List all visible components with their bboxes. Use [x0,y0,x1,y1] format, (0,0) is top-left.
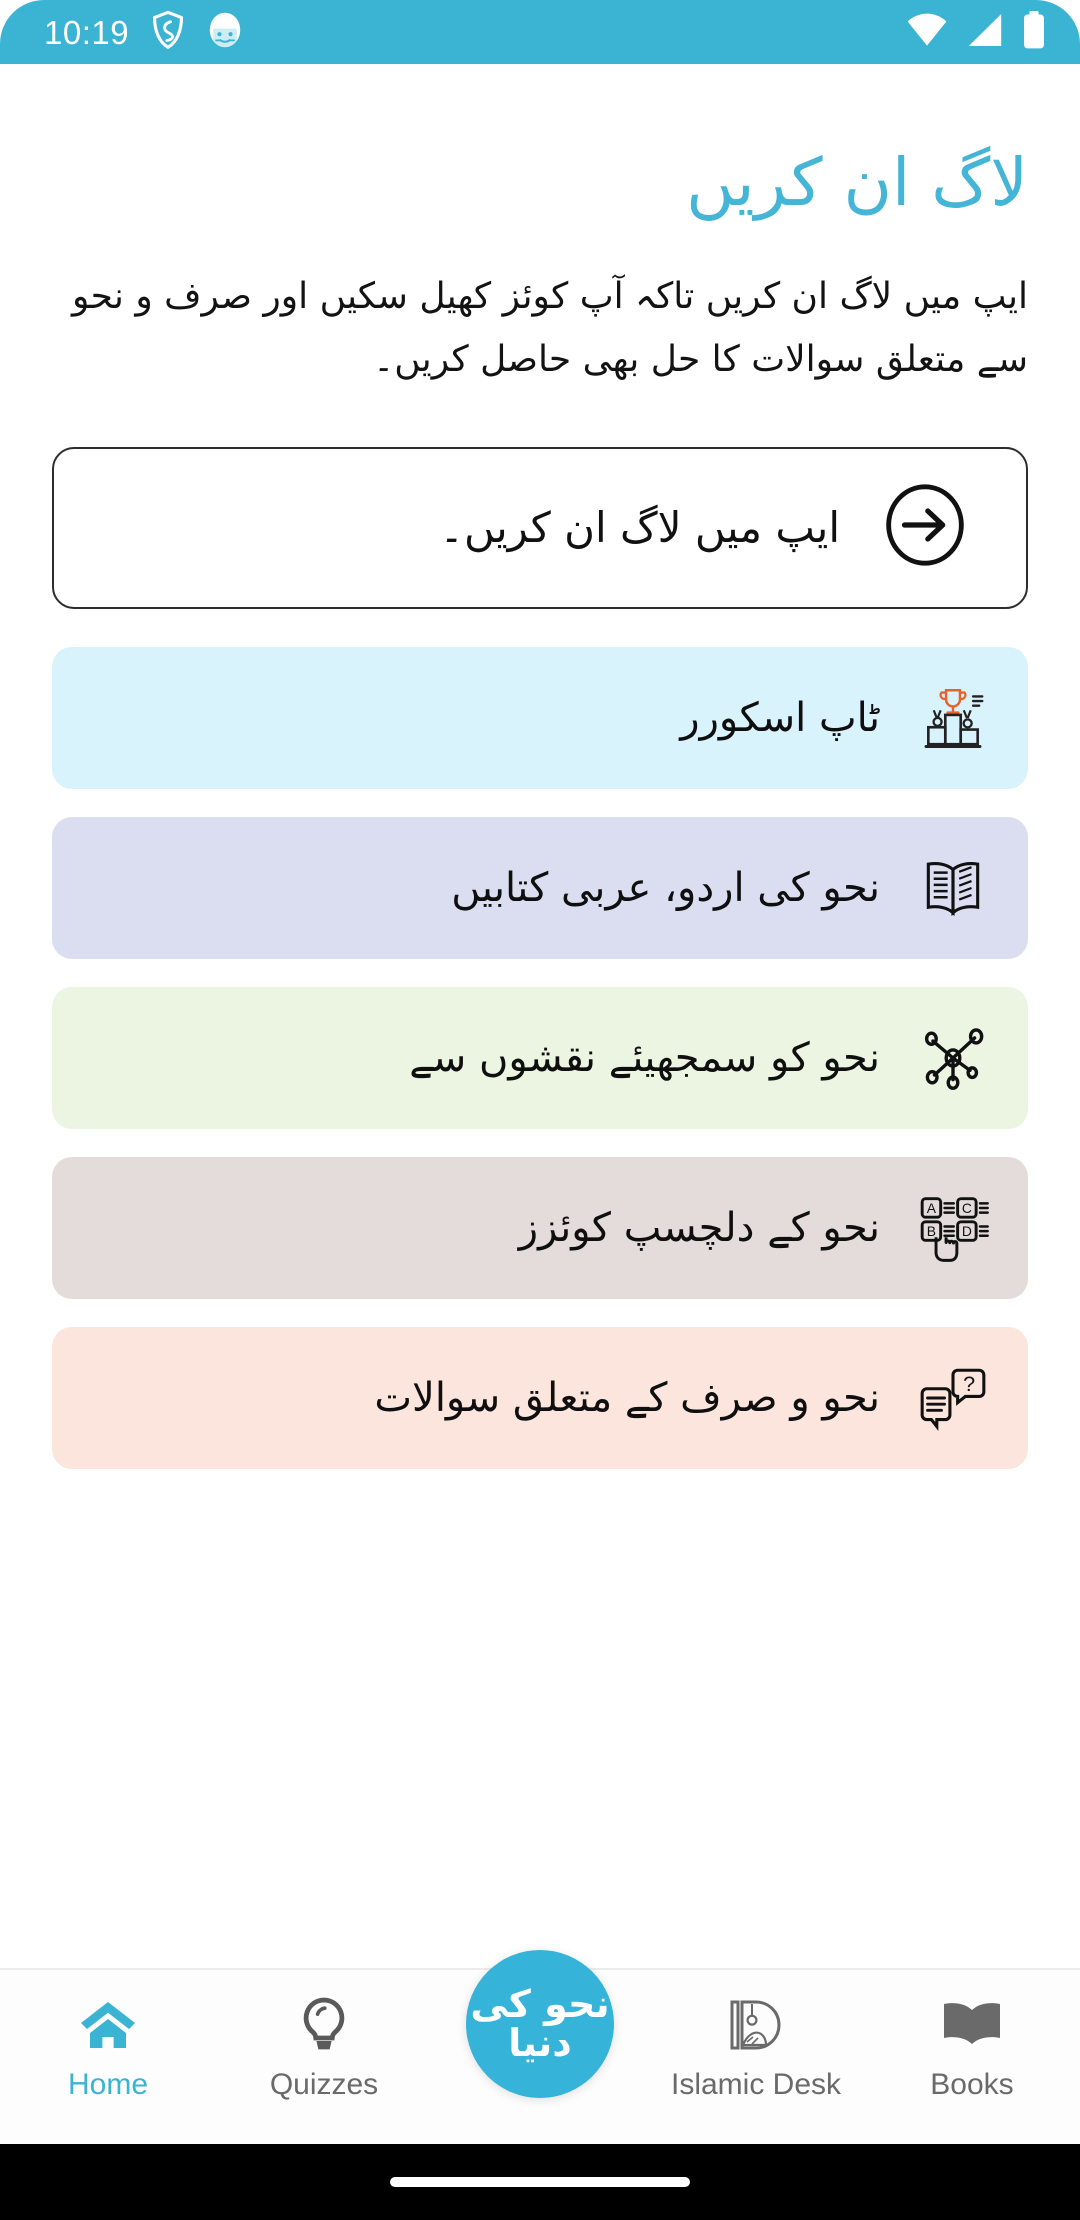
card-label: نحو کے دلچسپ کوئزز [518,1204,880,1251]
nav-label: Quizzes [269,2068,379,2101]
card-nahw-sarf-questions[interactable]: ? نحو و صرف کے متعلق سوالات [52,1326,1028,1469]
card-nahw-quizzes[interactable]: A C B D نحو کے دلچسپ کوئزز [52,1156,1028,1299]
nav-item-quizzes[interactable]: Quizzes [216,1996,432,2100]
login-arrow-circle-icon [884,484,966,571]
card-label: نحو کی اردو، عربی کتابیں [451,864,880,911]
status-bar-left: 10:19 [44,10,243,56]
podium-trophy-icon [914,679,992,757]
card-nahw-maps[interactable]: نحو کو سمجھیئے نقشوں سے [52,986,1028,1129]
nav-label: Books [930,2068,1014,2101]
phone-screen: 10:19 لاگ ان کریں ایپ میں لاگ ان کریں تا… [0,0,1080,2220]
shield-icon [151,10,185,55]
main-content: لاگ ان کریں ایپ میں لاگ ان کریں تاکہ آپ … [0,64,1080,1968]
islamic-desk-d-icon [728,1996,784,2054]
login-button-label: ایپ میں لاگ ان کریں۔ [439,503,840,552]
page-title: لاگ ان کریں [686,144,1028,221]
card-label: ٹاپ اسکورر [680,694,880,741]
nav-item-islamic-desk[interactable]: Islamic Desk [648,1996,864,2100]
svg-text:B: B [927,1223,936,1239]
center-logo-button[interactable]: نحو کی دنیا [466,1950,614,2098]
open-book-icon [914,849,992,927]
center-logo-text: نحو کی دنیا [470,1982,610,2065]
svg-text:?: ? [963,1371,975,1396]
nav-item-books[interactable]: Books [864,1996,1080,2100]
mcq-quiz-icon: A C B D [914,1189,992,1267]
lightbulb-icon [300,1996,348,2054]
battery-icon [1022,10,1046,54]
home-icon [78,1996,138,2054]
cellular-signal-icon [966,13,1004,52]
cat-face-icon [207,10,243,56]
gesture-home-pill[interactable] [390,2177,690,2187]
status-bar-right [906,10,1046,54]
node-network-icon [914,1019,992,1097]
page-description: ایپ میں لاگ ان کریں تاکہ آپ کوئز کھیل سک… [72,275,1028,380]
nav-label: Islamic Desk [670,2068,842,2101]
status-bar-clock: 10:19 [44,13,130,51]
books-open-icon [941,1996,1003,2054]
login-button[interactable]: ایپ میں لاگ ان کریں۔ [52,446,1028,609]
menu-card-list: ٹاپ اسکورر نحو کی اردو، عربی کتابیں نحو … [52,646,1028,1469]
status-bar: 10:19 [0,0,1080,64]
card-label: نحو کو سمجھیئے نقشوں سے [409,1034,880,1081]
svg-text:A: A [927,1199,937,1215]
nav-label: Home [67,2068,149,2101]
card-nahw-books[interactable]: نحو کی اردو، عربی کتابیں [52,816,1028,959]
card-top-scorer[interactable]: ٹاپ اسکورر [52,646,1028,789]
nav-item-home[interactable]: Home [0,1996,216,2100]
svg-text:D: D [962,1223,972,1239]
wifi-icon [906,13,948,52]
svg-text:C: C [962,1199,972,1215]
question-chat-icon: ? [914,1359,992,1437]
system-gesture-area [0,2144,1080,2220]
card-label: نحو و صرف کے متعلق سوالات [374,1374,880,1421]
